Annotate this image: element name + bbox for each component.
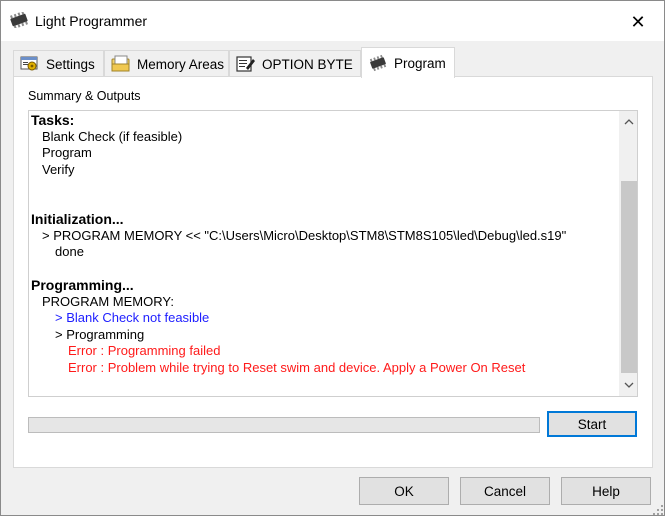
output-line: > PROGRAM MEMORY << "C:\Users\Micro\Desk… <box>42 227 567 243</box>
option-byte-tab-icon <box>236 56 255 72</box>
light-programmer-dialog: Light Programmer ✕ Settings Memory Areas <box>0 0 665 516</box>
output-line: PROGRAM MEMORY: <box>42 293 174 309</box>
program-tab-panel: Summary & Outputs Tasks: Blank Check (if … <box>13 76 653 468</box>
output-blank-line <box>31 178 617 195</box>
output-line: Tasks: <box>31 112 75 128</box>
output-scrollbar[interactable] <box>619 111 637 396</box>
window-title: Light Programmer <box>35 13 148 29</box>
resize-grip-icon[interactable] <box>652 504 664 516</box>
output-log[interactable]: Tasks: Blank Check (if feasible) Program Ve… <box>28 110 638 397</box>
tab-program[interactable]: Program <box>361 47 455 78</box>
output-blank-line <box>31 195 617 212</box>
output-blank-line <box>31 261 617 278</box>
tab-settings[interactable]: Settings <box>13 50 104 77</box>
output-line: > Programming <box>55 326 145 342</box>
output-line: Error : Programming failed <box>68 343 221 358</box>
output-line: Programming... <box>31 277 134 293</box>
help-button[interactable]: Help <box>561 477 651 505</box>
progress-bar <box>28 417 540 433</box>
output-line: Program <box>42 145 92 160</box>
memory-areas-tab-icon <box>111 55 130 72</box>
scroll-down-button[interactable] <box>619 376 637 394</box>
help-button-label: Help <box>592 483 620 499</box>
output-line: Verify <box>42 161 75 177</box>
output-line: Blank Check (if feasible) <box>42 128 183 144</box>
tab-strip: Settings Memory Areas OPTION BYTE Progra… <box>13 47 653 78</box>
settings-tab-icon <box>20 56 38 71</box>
output-line: Error : Problem while trying to Reset sw… <box>68 359 526 375</box>
cancel-button-label: Cancel <box>483 483 527 499</box>
scroll-thumb[interactable] <box>621 181 637 373</box>
chip-icon <box>369 54 387 72</box>
tab-option-byte-label: OPTION BYTE <box>262 56 353 72</box>
ok-button[interactable]: OK <box>359 477 449 505</box>
start-button-label: Start <box>577 416 607 432</box>
output-log-content: Tasks: Blank Check (if feasible) Program Ve… <box>31 112 617 376</box>
ok-button-label: OK <box>394 483 414 499</box>
summary-outputs-label: Summary & Outputs <box>28 89 141 103</box>
chevron-down-icon <box>624 382 633 388</box>
tab-program-label: Program <box>394 55 446 71</box>
tab-option-byte[interactable]: OPTION BYTE <box>229 50 361 77</box>
output-line: Initialization... <box>31 211 124 227</box>
tab-settings-label: Settings <box>46 56 95 72</box>
cancel-button[interactable]: Cancel <box>460 477 550 505</box>
chip-icon <box>10 12 28 28</box>
close-icon: ✕ <box>630 11 646 33</box>
tab-memory-areas[interactable]: Memory Areas <box>104 50 229 77</box>
chevron-up-icon <box>624 119 633 125</box>
title-bar: Light Programmer ✕ <box>1 1 664 41</box>
scroll-up-button[interactable] <box>619 113 637 131</box>
output-line: > Blank Check not feasible <box>55 310 210 325</box>
tab-memory-areas-label: Memory Areas <box>137 56 225 72</box>
start-button[interactable]: Start <box>547 411 637 437</box>
close-button[interactable]: ✕ <box>618 7 658 37</box>
output-line: done <box>55 244 84 259</box>
